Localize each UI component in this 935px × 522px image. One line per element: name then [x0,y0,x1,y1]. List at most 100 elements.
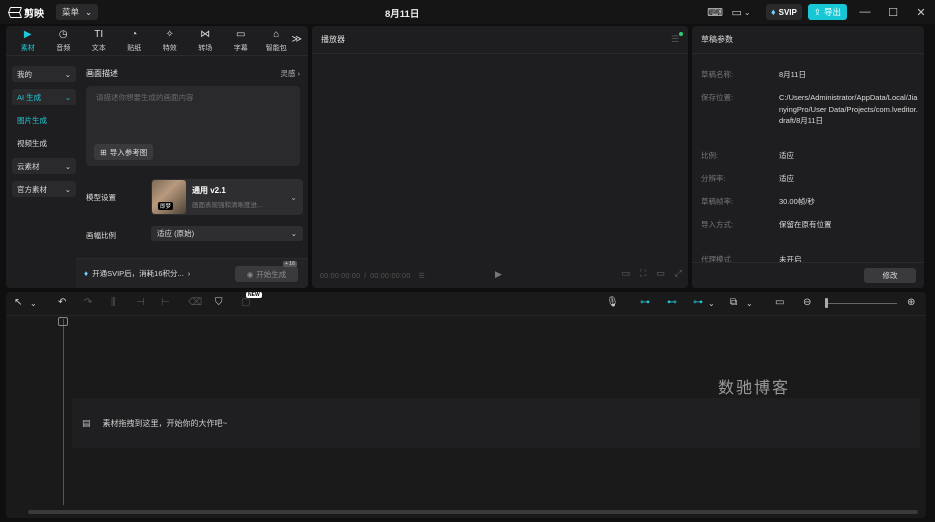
category-mine[interactable]: 我的 ⌄ [12,66,76,82]
playhead-line[interactable] [63,319,64,505]
zoom-out-icon[interactable]: ⊖ [803,297,811,308]
split-icon[interactable]: ⫼ [111,297,116,308]
tab-smart-pack[interactable]: ⌂ 智能包 [259,26,295,56]
redo-icon[interactable]: ↷ [84,297,92,308]
inspiration-link[interactable]: 灵感 › [280,68,300,79]
microphone-icon[interactable]: 🎙 [606,297,619,308]
draft-title: 草稿参数 [692,26,924,54]
fullscreen-icon[interactable]: ⤢ [675,268,682,279]
menu-button[interactable]: 菜单 ⌄ [56,4,99,20]
smart-pack-icon: ⌂ [273,29,280,40]
ratio-icon[interactable]: ▭ [621,268,630,279]
tab-subtitle[interactable]: ▭ 字幕 [223,26,259,56]
export-label: 导出 [823,7,841,17]
tab-sticker[interactable]: ◔ 贴纸 [117,26,153,56]
main-track-drop-zone[interactable]: ▤ 素材拖拽到这里，开始你的大作吧~ [72,398,920,448]
minimize-button[interactable]: — [851,0,879,24]
horizontal-scrollbar[interactable] [28,510,918,514]
tab-audio[interactable]: ◷ 音频 [46,26,82,56]
play-icon[interactable]: ▶ [495,269,502,280]
svip-label: SVIP [778,7,797,17]
image-add-icon: ⊞ [100,147,107,157]
diamond-icon: ♦ [771,7,776,17]
preview-quality-icon[interactable]: ▭ [656,268,665,279]
transition-icon: ⋈ [200,29,211,40]
film-icon: ▤ [82,417,91,428]
draft-row: 草稿名称: 8月11日 [701,69,919,81]
menu-label: 菜单 [62,7,80,17]
maximize-button[interactable]: ☐ [879,0,907,24]
more-tabs-icon[interactable]: ≫ [292,34,302,45]
screen-icon[interactable]: ▭ [775,297,784,308]
aspect-ratio-select[interactable]: 适应 (原始) ⌄ [151,226,303,241]
menu-icon[interactable]: ☰ [671,32,683,45]
tab-media[interactable]: ▶ 素材 [10,26,46,56]
diamond-icon: ♦ [84,269,89,278]
sticker-icon: ◔ [131,29,138,40]
export-button[interactable]: ⇪ 导出 [807,4,847,20]
modify-button[interactable]: 修改 [864,268,916,283]
model-tag: 即梦 [158,202,174,210]
draft-key: 分辨率: [701,174,726,183]
zoom-in-icon[interactable]: ⊕ [907,297,915,308]
draft-value: 适应 [779,151,794,160]
ai-tool-icon[interactable]: ▢ [241,297,250,308]
model-name: 通用 v2.1 [192,186,226,195]
model-select[interactable]: 即梦 通用 v2.1 画面表现强和清晰度进... ⌄ [151,179,303,215]
draft-value: C:/Users/Administrator/AppData/Local/Jia… [779,93,918,125]
import-reference-button[interactable]: ⊞ 导入参考图 [94,144,154,160]
list-icon[interactable]: ☰ [419,272,425,280]
draft-value: 8月11日 [779,70,806,79]
category-cloud[interactable]: 云素材 ⌄ [12,158,76,174]
split-left-icon[interactable]: ⊣ [136,297,145,308]
generate-button[interactable]: ◉ 开始生成 [235,266,298,282]
layout-icon[interactable]: ▭ ⌄ [726,4,756,20]
generate-label: 开始生成 [256,269,287,279]
preview-axis-icon[interactable]: ⊶ [693,297,703,308]
tab-label: 字幕 [233,45,248,52]
tab-transition[interactable]: ⋈ 转场 [188,26,224,56]
playhead-handle[interactable] [58,317,68,326]
app-logo: 剪映 [8,5,44,20]
player-panel: 播放器 ☰ 00:00:00:00 / 00:00:00:00 ☰ ▶ ▭ ⛶ … [312,26,688,288]
tab-effects[interactable]: ✧ 特效 [152,26,188,56]
tab-label: 音频 [56,45,71,52]
time-separator: / [364,272,367,280]
draft-key: 保存位置: [701,93,734,102]
close-button[interactable]: ✕ [907,0,935,24]
chevron-down-icon[interactable]: ⌄ [30,299,37,308]
keyboard-shortcut-icon[interactable]: ⌨ [704,4,726,20]
category-ai-gen[interactable]: AI 生成 ⌄ [12,89,76,105]
aspect-ratio-label: 画幅比例 [86,231,116,240]
image-generator: 画面描述 灵感 › 请描述你想要生成的画面内容 ⊞ 导入参考图 [86,66,300,166]
fit-screen-icon[interactable]: ⛶ [640,268,646,279]
undo-icon[interactable]: ↶ [58,297,66,308]
tab-label: 智能包 [265,45,287,52]
category-label: 官方素材 [17,184,47,194]
chevron-down-icon[interactable]: ⌄ [746,299,753,308]
svip-button[interactable]: ♦ SVIP [766,4,802,20]
import-reference-label: 导入参考图 [109,147,148,157]
chevron-down-icon[interactable]: ⌄ [708,299,715,308]
split-right-icon[interactable]: ⊢ [161,297,170,308]
category-label: 视频生成 [17,138,47,148]
zoom-slider-track[interactable] [827,303,897,304]
magnet-icon[interactable]: ⊷ [667,297,677,308]
aspect-ratio-value: 适应 (原始) [157,229,195,238]
media-icon: ▶ [23,29,32,40]
timeline-toolbar: ↖ ⌄ ↶ ↷ ⫼ ⊣ ⊢ ⌫ ⛉ ▢ NEW 🎙 ⊶ ⊷ ⊶ ⌄ ⧉ ⌄ ▭ … [6,292,926,316]
zoom-slider-handle[interactable] [825,298,828,308]
delete-icon[interactable]: ⌫ [188,297,202,308]
link-track-icon[interactable]: ⊶ [640,297,650,308]
category-video-gen[interactable]: 视频生成 [12,135,76,151]
generate-icon: ◉ [246,269,254,279]
tool-tabs: ▶ 素材 ◷ 音频 TI 文本 ◔ 贴纸 ✧ 特效 ⋈ 转场 ▭ 字幕 ⌂ 智能 [6,26,308,56]
select-cursor-icon[interactable]: ↖ [14,297,22,308]
inspiration-label: 灵感 [280,68,296,78]
category-image-gen[interactable]: 图片生成 [12,112,76,128]
shield-icon[interactable]: ⛉ [215,297,223,308]
audio-link-icon[interactable]: ⧉ [730,297,737,308]
tab-text[interactable]: TI 文本 [81,26,117,56]
category-official[interactable]: 官方素材 ⌄ [12,181,76,197]
prompt-input[interactable]: 请描述你想要生成的画面内容 ⊞ 导入参考图 [86,86,300,166]
